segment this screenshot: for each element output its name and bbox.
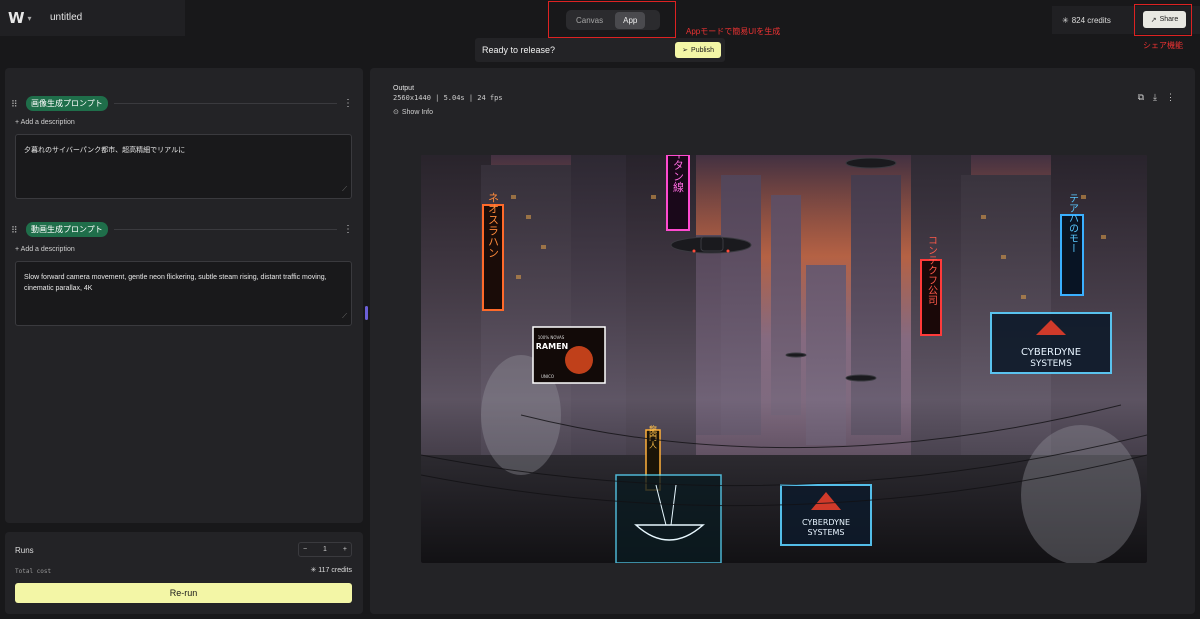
more-options-icon[interactable]: ⋮ — [1166, 92, 1175, 103]
release-bar: Ready to release? ➢ Publish — [475, 38, 725, 62]
neon-sign-vertical-2: アイタン線 — [672, 155, 685, 193]
app-header-left: W ▾ untitled — [0, 0, 185, 36]
neon-sign-vertical-4: テアハのモー — [1067, 193, 1079, 253]
sparkle-icon: ✳ — [310, 567, 317, 574]
credits-display: ✳ 824 credits — [1062, 16, 1111, 25]
panel-resize-handle[interactable] — [365, 306, 368, 320]
credits-count: 824 credits — [1071, 15, 1111, 25]
cyberdyne-sign-2: CYBERDYNE — [802, 518, 850, 527]
runs-panel: Runs − 1 + Total cost ✳ 117 credits Re-r… — [5, 532, 363, 614]
add-description-link[interactable]: + Add a description — [15, 119, 75, 126]
publish-button[interactable]: ➢ Publish — [675, 42, 721, 58]
image-prompt-text: 夕暮れのサイバーパンク都市、超高精細でリアルに — [24, 147, 186, 154]
annotation-box-mode — [548, 1, 676, 38]
ramen-sign-bottom: UNICO — [541, 374, 554, 379]
neon-sign-vertical-5: 龍門人 — [649, 424, 658, 449]
node-header-video-prompt: ⠿ 動画生成プロンプト ⋮ — [11, 222, 353, 237]
rerun-button[interactable]: Re-run — [15, 583, 352, 603]
divider — [113, 103, 337, 104]
image-prompt-field[interactable]: 夕暮れのサイバーパンク都市、超高精細でリアルに ⟋ — [15, 134, 352, 199]
ramen-sign-top: 100% NOVAS — [538, 335, 565, 340]
annotation-box-share — [1134, 4, 1192, 36]
show-info-label: Show Info — [401, 108, 434, 116]
node-header-image-prompt: ⠿ 画像生成プロンプト ⋮ — [11, 96, 353, 111]
release-prompt: Ready to release? — [482, 45, 556, 55]
cyberpunk-city-image: ネオスラハン アイタン線 コンテクフ公司 テアハのモー 龍門人 100% NOV… — [421, 155, 1147, 563]
node-tag: 画像生成プロンプト — [26, 96, 108, 111]
annotation-app-mode: Appモードで簡易UIを生成 — [686, 27, 781, 36]
play-circle-icon: ⊙ — [393, 109, 399, 116]
resize-handle-icon[interactable]: ⟋ — [342, 184, 347, 195]
ramen-sign: RAMEN — [536, 342, 568, 351]
send-icon: ➢ — [682, 47, 689, 54]
neon-sign-vertical-3: コンテクフ公司 — [926, 235, 938, 305]
chevron-down-icon: ▾ — [27, 13, 32, 23]
output-label: Output — [393, 85, 415, 92]
annotation-share: シェア機能 — [1143, 41, 1183, 50]
total-cost-value: ✳ 117 credits — [310, 566, 352, 574]
top-bar: W ▾ untitled Canvas App Appモードで簡易UIを生成 ✳ … — [0, 0, 1200, 50]
output-meta: 2560x1440 | 5.04s | 24 fps — [393, 94, 503, 102]
video-prompt-field[interactable]: Slow forward camera movement, gentle neo… — [15, 261, 352, 326]
download-icon[interactable]: ⤓ — [1153, 92, 1157, 103]
runs-count[interactable]: 1 — [323, 546, 327, 553]
more-options-icon[interactable]: ⋮ — [343, 98, 353, 109]
video-prompt-text: Slow forward camera movement, gentle neo… — [24, 274, 327, 292]
total-cost-amount: 117 credits — [318, 567, 352, 574]
sparkle-icon: ✳ — [1062, 15, 1069, 25]
total-cost-label: Total cost — [15, 568, 52, 575]
output-panel: Output 2560x1440 | 5.04s | 24 fps ⊙ Show… — [370, 68, 1195, 614]
publish-label: Publish — [691, 46, 714, 54]
document-title[interactable]: untitled — [50, 12, 82, 23]
neon-sign-vertical-1: ネオスラハン — [487, 192, 500, 258]
divider — [113, 229, 337, 230]
show-info-toggle[interactable]: ⊙ Show Info — [393, 108, 434, 117]
cyberdyne-sign-1: CYBERDYNE — [1021, 347, 1081, 358]
drag-handle-icon[interactable]: ⠿ — [11, 99, 21, 109]
add-description-link[interactable]: + Add a description — [15, 246, 75, 253]
increment-button[interactable]: + — [343, 546, 347, 553]
resize-handle-icon[interactable]: ⟋ — [342, 311, 347, 322]
systems-sign-2: SYSTEMS — [808, 528, 845, 537]
runs-stepper: − 1 + — [298, 542, 352, 557]
runs-label: Runs — [15, 546, 34, 555]
decrement-button[interactable]: − — [303, 546, 307, 553]
drag-handle-icon[interactable]: ⠿ — [11, 225, 21, 235]
output-image[interactable]: ネオスラハン アイタン線 コンテクフ公司 テアハのモー 龍門人 100% NOV… — [421, 155, 1147, 563]
node-tag: 動画生成プロンプト — [26, 222, 108, 237]
copy-icon[interactable]: ⧉ — [1138, 92, 1144, 103]
wavy-w-logo-icon[interactable]: W ▾ — [8, 9, 32, 27]
more-options-icon[interactable]: ⋮ — [343, 224, 353, 235]
output-actions: ⧉ ⤓ ⋮ — [1138, 92, 1175, 103]
inputs-panel: ⠿ 画像生成プロンプト ⋮ + Add a description 夕暮れのサイ… — [5, 68, 363, 523]
systems-sign-1: SYSTEMS — [1030, 359, 1072, 369]
